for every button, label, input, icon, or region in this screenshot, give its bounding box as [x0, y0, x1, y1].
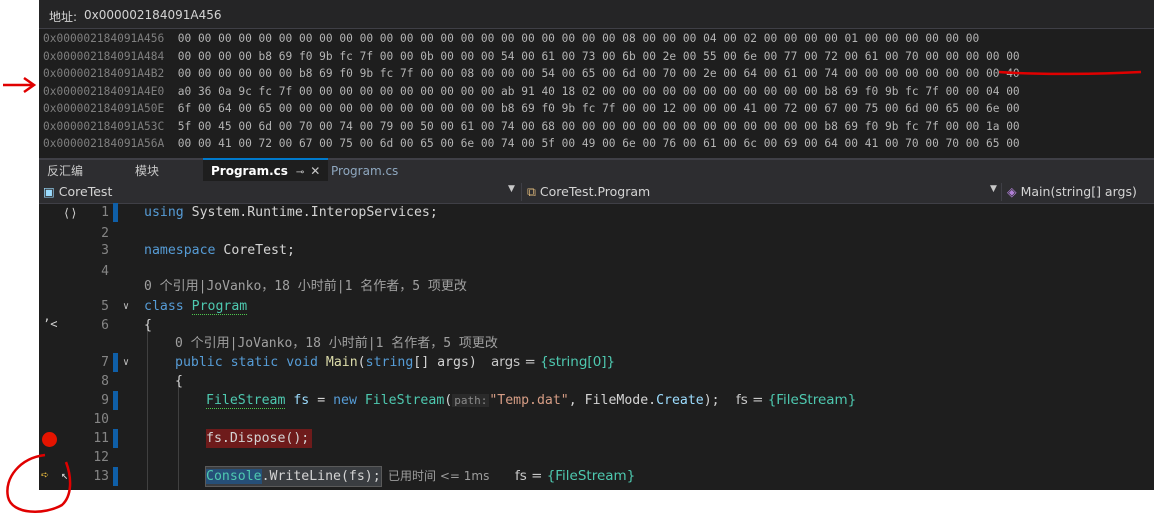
code-line-5: 5 ∨ class Program — [101, 297, 248, 316]
member-label: Main(string[] args) — [1020, 184, 1137, 199]
arrowhead-annotation — [23, 76, 37, 94]
code-line-3: 3 namespace CoreTest; — [101, 243, 295, 258]
memory-row[interactable]: 0x000002184091A4E0 a0 36 0a 9c fc 7f 00 … — [43, 83, 1153, 101]
memory-row[interactable]: 0x000002184091A53C 5f 00 45 00 6d 00 70 … — [43, 118, 1153, 136]
inline-parameter-hint: path: — [452, 394, 490, 407]
memory-row[interactable]: 0x000002184091A56A 00 00 41 00 72 00 67 … — [43, 135, 1153, 153]
breakpoint-line: fs.Dispose(); — [206, 429, 313, 448]
code-line-7: 7 ∨ public static void Main(string[] arg… — [101, 353, 616, 372]
class-icon: ⧉ — [527, 184, 536, 199]
memory-row[interactable]: 0x000002184091A598 44 00 6f 00 64 00 65 … — [43, 153, 1153, 155]
address-input[interactable]: 0x000002184091A456 — [84, 8, 221, 22]
code-line-9: 9 FileStream fs = new FileStream(path: "T… — [101, 391, 857, 410]
tab-modules[interactable]: 模块 — [135, 160, 159, 182]
code-editor[interactable]: ⟨⟩ ’< 1 using System.Runtime.InteropServ… — [39, 203, 1154, 490]
perf-tip: 已用时间 <= 1ms — [388, 469, 490, 483]
memory-row[interactable]: 0x000002184091A50E 6f 00 64 00 65 00 00 … — [43, 100, 1153, 118]
chevron-down-icon[interactable]: ▼ — [508, 184, 515, 194]
memory-row[interactable]: 0x000002184091A4B2 00 00 00 00 00 00 b8 … — [43, 65, 1153, 83]
type-label: CoreTest.Program — [539, 184, 651, 199]
code-line-13: 13 ➪ ↖ Console.WriteLine(fs); 已用时间 <= 1m… — [41, 466, 636, 487]
navigation-bar: ▣ CoreTest ▼ ⧉ CoreTest.Program ▼ ◈ Main… — [39, 181, 1154, 204]
code-line-11: 11 fs.Dispose(); — [39, 429, 1154, 448]
current-statement: Console.WriteLine(fs); — [205, 466, 382, 487]
method-icon: ◈ — [1007, 184, 1017, 199]
tab-disassembly[interactable]: 反汇编 — [47, 160, 83, 182]
memory-row[interactable]: 0x000002184091A484 00 00 00 00 b8 69 f0 … — [43, 48, 1153, 66]
type-dropdown[interactable]: ⧉ CoreTest.Program — [527, 183, 650, 201]
collapse-icon[interactable]: ∨ — [123, 353, 129, 372]
pin-icon[interactable]: ⊸ — [296, 167, 304, 178]
run-to-click-icon[interactable]: ↖ — [61, 468, 68, 482]
datatip-fs-2[interactable]: fs = {FileStream} — [515, 467, 635, 486]
chevron-down-icon[interactable]: ▼ — [990, 184, 997, 194]
tab-program-cs-preview[interactable]: Program.cs — [331, 160, 398, 182]
document-tab-strip: 反汇编 模块 Program.cs ⊸ ✕ Program.cs — [39, 158, 1154, 184]
code-line-12: 12 — [93, 450, 109, 465]
breakpoint-icon[interactable] — [42, 432, 57, 447]
datatip-fs-1[interactable]: fs = {FileStream} — [736, 391, 856, 410]
code-line-6: 6 { — [101, 318, 152, 333]
csharp-project-icon: ▣ — [43, 184, 55, 199]
memory-address-bar: 地址: 0x000002184091A456 — [39, 0, 1154, 29]
close-icon[interactable]: ✕ — [310, 164, 320, 178]
codelens-main[interactable]: 0 个引用|JoVanko，18 小时前|1 名作者，5 项更改 — [175, 334, 498, 353]
project-label: CoreTest — [58, 184, 113, 199]
code-line-8: 8 { — [101, 374, 183, 389]
codelens-class[interactable]: 0 个引用|JoVanko，18 小时前|1 名作者，5 项更改 — [144, 277, 467, 296]
code-line-1: 1 using System.Runtime.InteropServices; — [101, 203, 438, 222]
member-dropdown[interactable]: ◈ Main(string[] args) — [1007, 183, 1137, 201]
code-line-10: 10 — [93, 412, 109, 427]
datatip-args[interactable]: args = {string[0]} — [491, 353, 615, 372]
current-statement-arrow-icon[interactable]: ➪ — [41, 468, 49, 483]
project-dropdown[interactable]: ▣ CoreTest — [43, 183, 112, 201]
ide-window: 地址: 0x000002184091A456 0x000002184091A45… — [39, 0, 1154, 490]
memory-dump[interactable]: 0x000002184091A456 00 00 00 00 00 00 00 … — [43, 30, 1153, 154]
address-label: 地址: — [49, 10, 78, 24]
memory-row[interactable]: 0x000002184091A456 00 00 00 00 00 00 00 … — [43, 30, 1153, 48]
collapse-icon[interactable]: ∨ — [123, 297, 129, 316]
